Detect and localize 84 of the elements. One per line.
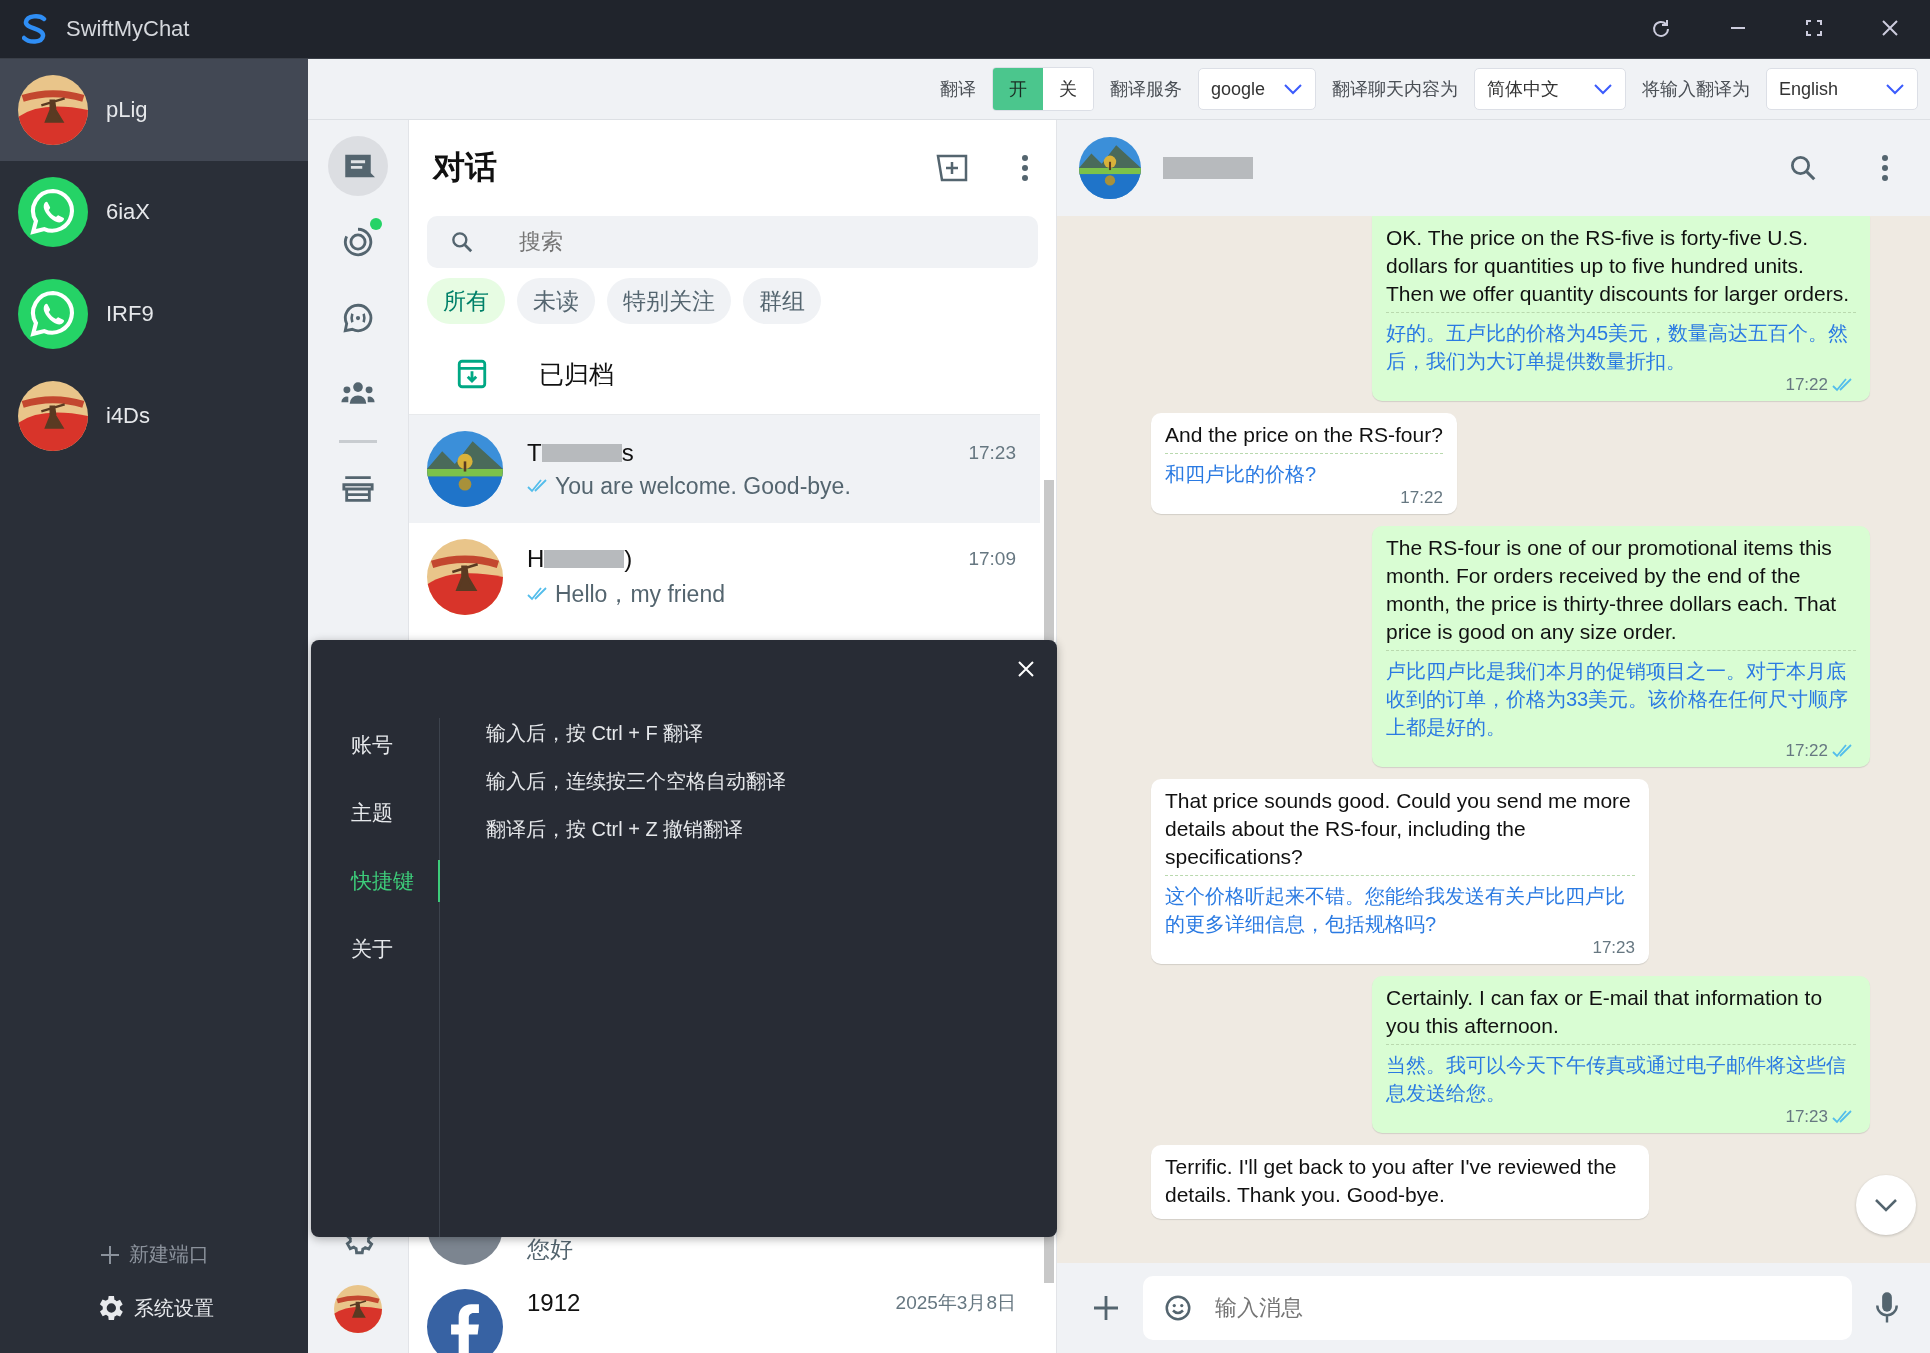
shortcut-text: 翻译后，按 Ctrl + Z 撤销翻译 <box>486 818 745 840</box>
settings-menu-item[interactable]: 主题 <box>311 792 440 834</box>
message-time: 17:23 <box>1592 938 1635 958</box>
message-text: That price sounds good. Could you send me more details about the RS-four, including the specifications? <box>1165 788 1632 870</box>
chat-name: ) <box>624 544 633 573</box>
message-time: 17:22 <box>1785 375 1828 395</box>
chat-name: H <box>527 544 545 573</box>
phone-bubble-logo-icon <box>18 177 88 247</box>
chat-time: 17:09 <box>968 547 1016 570</box>
translate-toggle-option[interactable]: 关 <box>1043 68 1093 110</box>
search-icon[interactable] <box>1788 153 1818 183</box>
account-item[interactable]: pLig <box>0 59 308 161</box>
message-translation: 和四卢比的价格? <box>1165 462 1318 487</box>
account-item[interactable]: i4Ds <box>0 365 308 467</box>
system-settings-button[interactable]: 系统设置 <box>88 1291 220 1325</box>
message-text: The RS-four is one of our promotional items this month. For orders received by the end of the month, the price is thirty-three dollars each. That price is good on any size order. <box>1386 535 1838 645</box>
new-chat-icon[interactable] <box>936 153 970 183</box>
chat-name: 1912 <box>527 1289 581 1317</box>
chat-list-title: 对话 <box>433 148 497 187</box>
last-message: You are welcome. Good-bye. <box>555 472 851 500</box>
last-message: Hello，my friend <box>555 579 725 609</box>
message-translation: 卢比四卢比是我们本月的促销项目之一。对于本月底收到的订单，价格为33美元。该价格在任何尺寸顺序上都是好的。 <box>1386 659 1850 740</box>
message-text: OK. The price on the RS-five is forty-five U.S. dollars for quantities up to five hundred units. Then we offer quantity discounts for larger orders. <box>1386 225 1850 307</box>
chevron-down-icon <box>1593 83 1613 95</box>
message-time: 17:22 <box>1785 741 1828 761</box>
chat-time: 17:23 <box>968 441 1016 464</box>
message-translation: 这个价格听起来不错。您能给我发送有关卢比四卢比的更多详细信息，包括规格吗? <box>1165 884 1626 937</box>
account-item[interactable]: IRF9 <box>0 263 308 365</box>
close-icon[interactable] <box>1880 18 1900 38</box>
message-text: And the price on the RS-four? <box>1165 422 1443 448</box>
chat-name: s <box>621 438 634 467</box>
speech-bubble-icon <box>341 301 375 335</box>
settings-menu-item[interactable]: 关于 <box>311 928 440 970</box>
emoji-icon <box>1163 1293 1193 1323</box>
chevron-down-icon <box>1283 83 1303 95</box>
message-text: Terrific. I'll get back to you after I've reviewed the details. Thank you. Good-bye. <box>1165 1154 1618 1208</box>
chat-name: T <box>527 438 542 467</box>
filter-chip[interactable]: 所有 <box>427 278 505 324</box>
shortcut-text: 输入后，按 Ctrl + F 翻译 <box>486 722 705 744</box>
filter-chip[interactable]: 群组 <box>743 278 821 324</box>
maximize-icon[interactable] <box>1804 18 1824 38</box>
window-title: SwiftMyChat <box>66 16 190 42</box>
new-port-button[interactable]: 新建端口 <box>93 1240 215 1269</box>
search-icon <box>449 229 475 255</box>
settings-menu-item[interactable]: 快捷键 <box>311 860 440 902</box>
status-ring-icon <box>341 225 375 259</box>
input-language-label: 将输入翻译为 <box>1642 78 1750 101</box>
plus-icon[interactable] <box>1091 1293 1121 1323</box>
filter-chip[interactable]: 特别关注 <box>607 278 731 324</box>
service-label: 翻译服务 <box>1110 78 1182 101</box>
more-icon[interactable] <box>1020 153 1030 183</box>
message-time: 17:23 <box>1785 1107 1828 1127</box>
chevron-down-icon <box>1873 1197 1899 1213</box>
translate-toggle-option[interactable]: 开 <box>993 68 1043 110</box>
archive-box-icon <box>455 357 489 391</box>
settings-menu-item[interactable]: 账号 <box>311 724 440 766</box>
plus-icon <box>99 1243 121 1266</box>
account-item[interactable]: 6iaX <box>0 161 308 263</box>
more-icon[interactable] <box>1880 153 1890 183</box>
chat-time: 2025年3月8日 <box>895 1291 1016 1315</box>
refresh-icon[interactable] <box>1650 18 1672 40</box>
chat-row[interactable]: T s 17:23 You are welcome. Good-bye. <box>409 415 1040 523</box>
service-dropdown[interactable]: google <box>1198 68 1316 110</box>
message-text: Certainly. I can fax or E-mail that information to you this afternoon. <box>1386 985 1824 1039</box>
translate-label: 翻译 <box>940 78 976 101</box>
shortcut-text: 输入后，连续按三个空格自动翻译 <box>486 770 786 792</box>
message-translation: 当然。我可以今天下午传真或通过电子邮件将这些信息发送给您。 <box>1386 1053 1847 1106</box>
chat-row[interactable]: 1912 2025年3月8日 <box>409 1275 1040 1353</box>
input-language-dropdown[interactable]: English <box>1766 68 1918 110</box>
chevron-down-icon <box>1885 83 1905 95</box>
phone-bubble-logo-icon <box>18 279 88 349</box>
last-message: 您好 <box>527 1235 573 1264</box>
search-field[interactable]: 搜索 <box>427 216 1038 268</box>
message-time: 17:22 <box>1400 488 1443 508</box>
chat-language-label: 翻译聊天内容为 <box>1332 78 1458 101</box>
filter-chip[interactable]: 未读 <box>517 278 595 324</box>
app-logo-icon <box>22 14 48 44</box>
close-icon[interactable] <box>1017 660 1035 678</box>
chat-row[interactable]: H ) 17:09 Hello，my friend <box>409 523 1040 631</box>
chat-language-dropdown[interactable]: 简体中文 <box>1474 68 1626 110</box>
search-input[interactable]: 搜索 <box>519 216 1038 268</box>
message-translation: 好的。五卢比的价格为45美元，数量高达五百个。然后，我们为大订单提供数量折扣。 <box>1386 321 1850 374</box>
microphone-icon[interactable] <box>1874 1291 1900 1325</box>
painting-avatar <box>334 1285 382 1333</box>
